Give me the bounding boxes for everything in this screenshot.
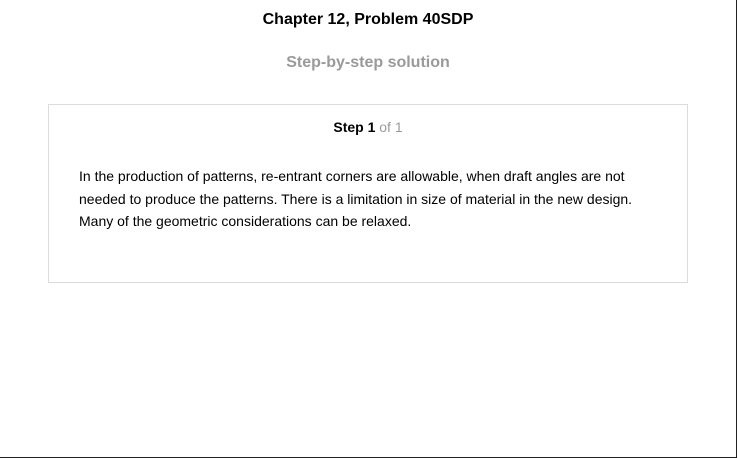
solution-subtitle: Step-by-step solution: [286, 54, 450, 71]
step-count: of 1: [379, 119, 403, 135]
step-header: Step 1 of 1: [49, 119, 687, 135]
chapter-title: Chapter 12, Problem 40SDP: [262, 11, 474, 28]
step-text: In the production of patterns, re-entran…: [79, 168, 633, 229]
step-label: Step 1: [333, 119, 376, 135]
step-card: Step 1 of 1 In the production of pattern…: [48, 104, 688, 283]
